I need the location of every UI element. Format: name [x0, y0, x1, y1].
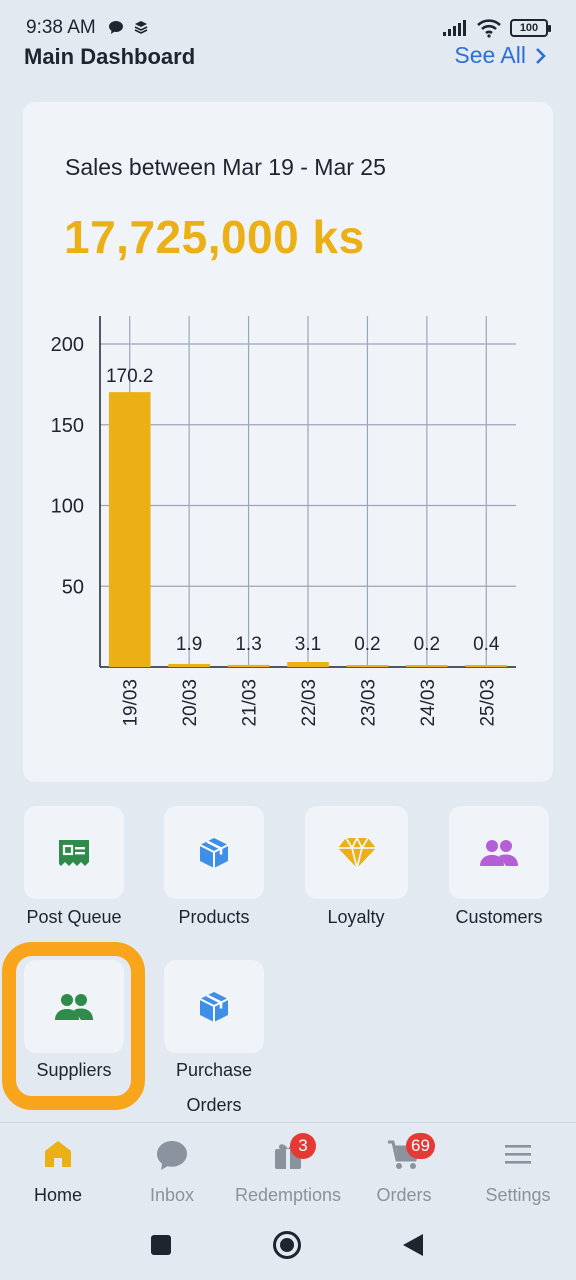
bar-value-label: 0.4 [473, 634, 500, 655]
see-all-label: See All [454, 42, 526, 68]
nav-inbox[interactable]: Inbox [132, 1123, 212, 1215]
x-tick-label: 25/03 [477, 679, 498, 727]
status-time: 9:38 AM [26, 17, 96, 38]
x-tick-label: 20/03 [180, 679, 201, 727]
bar-value-label: 0.2 [354, 634, 380, 655]
x-tick-label: 22/03 [299, 679, 320, 727]
sales-card: Sales between Mar 19 - Mar 25 17,725,000… [23, 102, 553, 782]
system-nav-bar [0, 1214, 576, 1280]
status-bar: 9:38 AM 100 [0, 0, 576, 48]
people-icon [480, 839, 518, 866]
purchase-orders-label-line1: Purchase [175, 1060, 253, 1080]
orders-badge: 69 [406, 1133, 435, 1159]
chart-bar [168, 663, 210, 667]
purchase-orders-tile[interactable] [164, 960, 264, 1053]
box-icon [199, 991, 229, 1022]
nav-orders[interactable]: 69 Orders [364, 1123, 444, 1215]
bar-value-label: 0.2 [414, 634, 440, 655]
products-tile[interactable] [164, 806, 264, 899]
dashboard-header: Main Dashboard See All [24, 42, 552, 72]
wifi-icon [477, 19, 501, 38]
home-icon [45, 1141, 71, 1167]
x-tick-label: 24/03 [418, 679, 439, 727]
battery-icon: 100 [510, 19, 551, 37]
back-button-icon[interactable] [402, 1233, 424, 1257]
chart-bar [465, 665, 508, 667]
bar-value-label: 3.1 [295, 634, 321, 655]
nav-redemptions[interactable]: 3 Redemptions [228, 1123, 348, 1215]
nav-home-label: Home [33, 1185, 82, 1205]
see-all-link[interactable]: See All [454, 42, 546, 69]
post-queue-label: Post Queue [26, 907, 122, 927]
y-tick-label: 100 [51, 496, 84, 518]
y-tick-label: 150 [51, 415, 84, 437]
signal-icon [443, 20, 466, 36]
purchase-orders-label-line2: Orders [186, 1095, 242, 1115]
nav-settings-label: Settings [485, 1185, 551, 1205]
y-tick-label: 50 [62, 576, 84, 598]
home-button-icon[interactable] [272, 1230, 302, 1260]
post-queue-icon [59, 839, 89, 866]
customers-tile[interactable] [449, 806, 549, 899]
customers-label: Customers [455, 907, 543, 927]
chart-bar [108, 392, 151, 667]
suppliers-highlight-ring [2, 942, 145, 1110]
nav-redemptions-label: Redemptions [234, 1185, 342, 1205]
x-tick-label: 19/03 [121, 679, 142, 727]
bar-value-label: 1.9 [176, 634, 202, 655]
nav-settings[interactable]: Settings [474, 1123, 562, 1215]
bar-value-label: 1.3 [235, 634, 261, 655]
nav-orders-label: Orders [376, 1185, 432, 1205]
loyalty-tile[interactable] [305, 806, 408, 899]
x-tick-label: 21/03 [240, 679, 261, 727]
message-notification-icon [109, 21, 123, 34]
chart-bar [346, 665, 389, 667]
purchase-orders-label: Purchase Orders [144, 1053, 284, 1123]
layers-icon [134, 21, 148, 34]
chart-bar [406, 665, 448, 667]
post-queue-tile[interactable] [24, 806, 124, 899]
loyalty-label: Loyalty [327, 907, 385, 927]
chart-bar [227, 664, 270, 667]
nav-home[interactable]: Home [18, 1123, 98, 1215]
chat-icon [157, 1141, 187, 1170]
menu-icon [505, 1145, 531, 1164]
bar-value-label: 170.2 [106, 366, 154, 387]
y-tick-label: 200 [51, 334, 84, 356]
chart-bar [287, 661, 329, 667]
page-title: Main Dashboard [24, 44, 196, 69]
bottom-nav: Home Inbox 3 Redemptions 69 Orders Setti… [0, 1122, 576, 1214]
sales-bar-chart: 50 100 150 200 170.2 19/03 1.9 20/03 1.3 21/03 3.1… [51, 316, 516, 727]
box-icon [199, 837, 229, 868]
x-tick-label: 23/03 [358, 679, 379, 727]
products-label: Products [178, 907, 250, 927]
diamond-icon [337, 835, 376, 868]
nav-inbox-label: Inbox [149, 1185, 195, 1205]
recents-button-icon[interactable] [150, 1234, 172, 1256]
chevron-right-icon [536, 47, 546, 64]
redemptions-badge: 3 [290, 1133, 316, 1159]
